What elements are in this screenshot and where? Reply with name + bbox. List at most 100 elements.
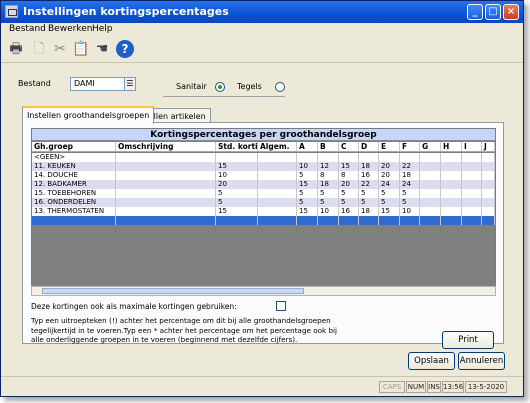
- scroll-thumb[interactable]: [42, 288, 304, 294]
- cell-j[interactable]: [482, 198, 495, 207]
- cell-ghgroep[interactable]: <GEEN>: [32, 153, 116, 162]
- cell-omschrijving[interactable]: [116, 198, 216, 207]
- col-j[interactable]: J: [482, 142, 495, 151]
- cell-g[interactable]: [420, 207, 441, 216]
- cell-e[interactable]: 20: [379, 162, 400, 171]
- cell-e[interactable]: 20: [379, 171, 400, 180]
- cell-d[interactable]: 5: [359, 198, 379, 207]
- col-g[interactable]: G: [420, 142, 441, 151]
- cell-h[interactable]: [441, 207, 462, 216]
- table-row[interactable]: 15. TOEBEHOREN 5 5 5 5 5 5 5: [32, 189, 495, 198]
- cell-a[interactable]: 15: [297, 207, 318, 216]
- cell-omschrijving[interactable]: [116, 216, 216, 225]
- cell-algem[interactable]: [258, 207, 297, 216]
- cell-a[interactable]: 5: [297, 198, 318, 207]
- cell-j[interactable]: [482, 207, 495, 216]
- radio-sanitair[interactable]: [215, 82, 225, 92]
- menu-bewerken[interactable]: Bewerken: [48, 24, 92, 34]
- cell-std-korting[interactable]: 15: [216, 207, 258, 216]
- printer-icon[interactable]: 🖶: [7, 40, 25, 58]
- col-std-korting[interactable]: Std. korti: [216, 142, 258, 151]
- col-ghgroep[interactable]: Gh.groep: [32, 142, 116, 151]
- menu-help[interactable]: Help: [92, 24, 113, 34]
- cell-g[interactable]: [420, 198, 441, 207]
- cell-f[interactable]: [400, 216, 420, 225]
- table-row[interactable]: 13. THERMOSTATEN 15 15 10 16 18 15 10: [32, 207, 495, 216]
- cell-g[interactable]: [420, 153, 441, 162]
- bestand-list-button[interactable]: ☰: [124, 77, 136, 91]
- cell-std-korting[interactable]: 20: [216, 180, 258, 189]
- maximize-button[interactable]: □: [485, 4, 501, 20]
- cell-j[interactable]: [482, 180, 495, 189]
- col-i[interactable]: I: [462, 142, 482, 151]
- cell-h[interactable]: [441, 180, 462, 189]
- cell-e[interactable]: 5: [379, 198, 400, 207]
- cell-omschrijving[interactable]: [116, 171, 216, 180]
- cell-g[interactable]: [420, 216, 441, 225]
- cut-icon[interactable]: ✂: [51, 40, 69, 58]
- cell-std-korting[interactable]: 5: [216, 198, 258, 207]
- cell-a[interactable]: 10: [297, 162, 318, 171]
- cell-f[interactable]: 22: [400, 162, 420, 171]
- cell-algem[interactable]: [258, 189, 297, 198]
- cell-ghgroep[interactable]: 15. TOEBEHOREN: [32, 189, 116, 198]
- cell-b[interactable]: [318, 216, 339, 225]
- cell-i[interactable]: [462, 216, 482, 225]
- cell-i[interactable]: [462, 207, 482, 216]
- print-button[interactable]: Print: [442, 331, 494, 349]
- cell-h[interactable]: [441, 198, 462, 207]
- cell-g[interactable]: [420, 180, 441, 189]
- cell-b[interactable]: 5: [318, 189, 339, 198]
- table-row[interactable]: 16. ONDERDELEN 5 5 5 5 5 5 5: [32, 198, 495, 207]
- cell-c[interactable]: 8: [339, 171, 359, 180]
- cell-h[interactable]: [441, 189, 462, 198]
- cell-f[interactable]: 24: [400, 180, 420, 189]
- cell-c[interactable]: [339, 153, 359, 162]
- cell-f[interactable]: 5: [400, 198, 420, 207]
- cell-i[interactable]: [462, 180, 482, 189]
- cell-g[interactable]: [420, 189, 441, 198]
- cell-b[interactable]: 18: [318, 180, 339, 189]
- cell-omschrijving[interactable]: [116, 180, 216, 189]
- cell-h[interactable]: [441, 153, 462, 162]
- cell-b[interactable]: 10: [318, 207, 339, 216]
- grid-hscrollbar[interactable]: [31, 286, 496, 296]
- cell-omschrijving[interactable]: [116, 162, 216, 171]
- cell-std-korting[interactable]: 10: [216, 171, 258, 180]
- cell-d[interactable]: 16: [359, 171, 379, 180]
- cell-j[interactable]: [482, 216, 495, 225]
- cell-ghgroep[interactable]: 14. DOUCHE: [32, 171, 116, 180]
- close-button[interactable]: ×: [503, 4, 519, 20]
- cell-f[interactable]: [400, 153, 420, 162]
- cell-j[interactable]: [482, 153, 495, 162]
- col-f[interactable]: F: [400, 142, 420, 151]
- cell-a[interactable]: 5: [297, 189, 318, 198]
- cell-ghgroep[interactable]: [32, 216, 116, 225]
- cell-d[interactable]: 18: [359, 162, 379, 171]
- discount-grid[interactable]: Kortingspercentages per groothandelsgroe…: [31, 128, 496, 293]
- cell-d[interactable]: 5: [359, 189, 379, 198]
- cell-a[interactable]: [297, 216, 318, 225]
- cell-e[interactable]: [379, 216, 400, 225]
- cell-h[interactable]: [441, 162, 462, 171]
- help-icon[interactable]: ?: [116, 40, 134, 58]
- cancel-button[interactable]: Annuleren: [458, 352, 505, 370]
- cell-d[interactable]: 18: [359, 207, 379, 216]
- cell-ghgroep[interactable]: 13. THERMOSTATEN: [32, 207, 116, 216]
- tab-groothandelsgroepen[interactable]: Instellen groothandelsgroepen: [22, 106, 155, 124]
- col-b[interactable]: B: [318, 142, 339, 151]
- table-row-new[interactable]: [32, 216, 495, 225]
- cell-d[interactable]: [359, 216, 379, 225]
- cell-i[interactable]: [462, 189, 482, 198]
- cell-e[interactable]: 24: [379, 180, 400, 189]
- cell-algem[interactable]: [258, 171, 297, 180]
- cell-b[interactable]: 8: [318, 171, 339, 180]
- cell-std-korting[interactable]: 5: [216, 189, 258, 198]
- cell-f[interactable]: 18: [400, 171, 420, 180]
- cell-h[interactable]: [441, 171, 462, 180]
- col-e[interactable]: E: [379, 142, 400, 151]
- col-d[interactable]: D: [359, 142, 379, 151]
- col-h[interactable]: H: [441, 142, 462, 151]
- col-omschrijving[interactable]: Omschrijving: [116, 142, 216, 151]
- cell-c[interactable]: 5: [339, 198, 359, 207]
